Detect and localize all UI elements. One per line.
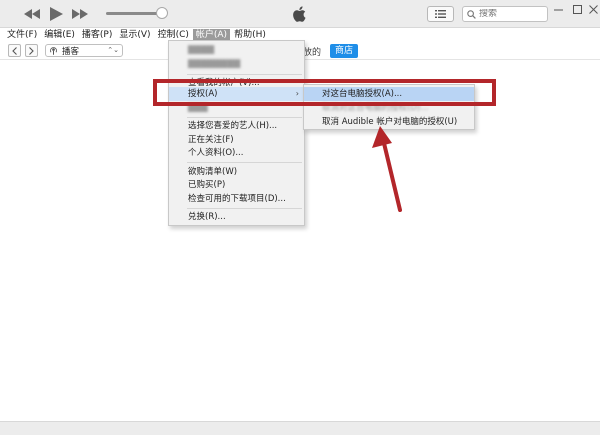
menu-view[interactable]: 显示(V): [116, 29, 153, 42]
menu-file[interactable]: 文件(F): [4, 29, 40, 42]
list-icon: [435, 10, 446, 18]
submenu-item-deauthorize-audible[interactable]: 取消 Audible 帐户对电脑的授权(U): [304, 115, 474, 129]
search-box[interactable]: [462, 6, 548, 22]
list-view-button[interactable]: [427, 6, 454, 22]
tab-partial-label[interactable]: 放的: [303, 45, 321, 58]
back-button[interactable]: [8, 44, 21, 57]
menu-separator: [187, 74, 302, 75]
play-icon[interactable]: [47, 5, 65, 23]
chevron-right-icon: [29, 46, 34, 55]
menu-item-check-downloads[interactable]: 检查可用的下载项目(D)...: [169, 192, 304, 206]
menu-item-redeem[interactable]: 兑换(R)...: [169, 210, 304, 224]
source-select-value: 播客: [62, 46, 80, 57]
menu-separator: [187, 208, 302, 209]
minimize-icon[interactable]: [549, 0, 567, 18]
title-bar: [0, 0, 600, 28]
menu-item-account-email[interactable]: ▇▇▇▇▇▇▇▇: [169, 57, 304, 71]
source-select[interactable]: 播客 ⌃⌄: [45, 44, 123, 57]
menu-edit[interactable]: 编辑(E): [41, 29, 78, 42]
menu-item-following[interactable]: 正在关注(F): [169, 133, 304, 147]
menu-item-profile[interactable]: 个人资料(O)...: [169, 146, 304, 160]
volume-slider-track[interactable]: [106, 12, 162, 15]
chevron-updown-icon: ⌃⌄: [107, 46, 119, 54]
search-icon: [467, 9, 476, 19]
menu-item-wishlist[interactable]: 欲购清单(W): [169, 165, 304, 179]
menu-item-favorite-artists[interactable]: 选择您喜爱的艺人(H)...: [169, 119, 304, 133]
status-bar: [0, 421, 600, 435]
menu-separator: [187, 162, 302, 163]
forward-button[interactable]: [25, 44, 38, 57]
fast-forward-icon[interactable]: [70, 5, 90, 23]
chevron-left-icon: [12, 46, 17, 55]
apple-icon: [290, 4, 310, 24]
volume-slider-handle[interactable]: [156, 7, 168, 19]
close-icon[interactable]: [584, 0, 600, 18]
annotation-highlight-box: [153, 79, 496, 106]
menu-item-account-name[interactable]: ▇▇▇▇: [169, 43, 304, 57]
rewind-icon[interactable]: [22, 5, 42, 23]
podcast-icon: [50, 47, 57, 55]
search-input[interactable]: [479, 9, 539, 19]
menu-separator: [187, 117, 302, 118]
menu-podcast[interactable]: 播客(P): [79, 29, 115, 42]
tab-store[interactable]: 商店: [330, 44, 358, 58]
account-menu-dropdown: ▇▇▇▇ ▇▇▇▇▇▇▇▇ 查看我的帐户(V)... 授权(A) › ▇▇▇ 选…: [168, 40, 305, 226]
menu-item-purchased[interactable]: 已购买(P): [169, 178, 304, 192]
